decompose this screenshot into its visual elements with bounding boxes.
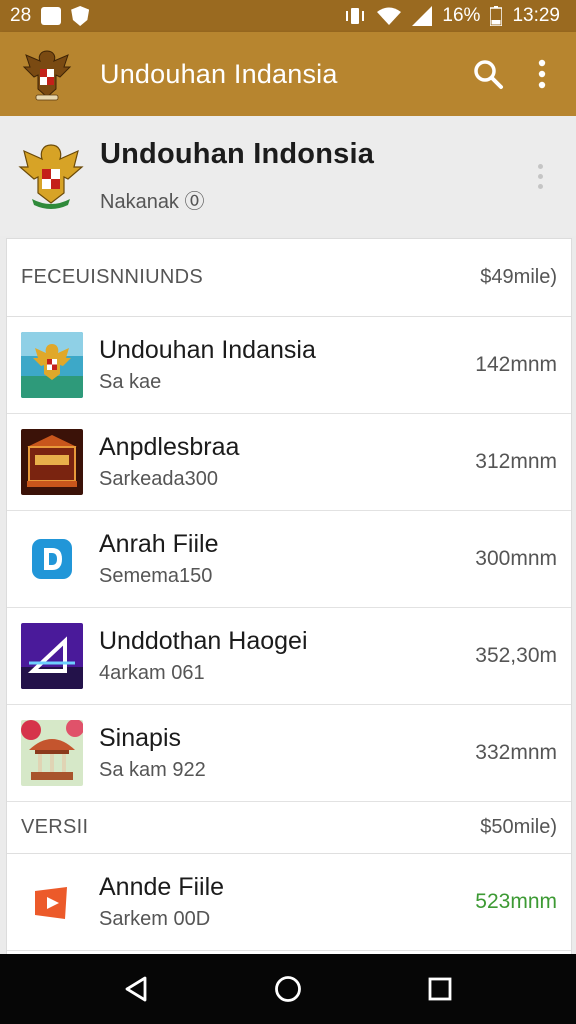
list-item-subtitle: Sa kae [99,371,162,393]
header-text: Undouhan Indonsia Nakanak ⓪ [100,138,528,214]
section-label: FECEUISNNIUNDS [21,266,203,288]
navigation-bar [0,954,576,1024]
back-icon[interactable] [111,964,161,1014]
list-item-text: Anpdlesbraa Sarkeada300 [99,433,475,491]
list-item-size: 523mnm [475,890,557,913]
vibrate-icon [344,6,366,26]
recents-icon[interactable] [415,964,465,1014]
temple-sign-icon [21,429,83,495]
image-icon [41,7,62,25]
list-item[interactable]: Unddothan Haogei 4arkam 061 352,30m [7,608,571,705]
list-item-text: Sinapis Sa kam 922 [99,724,475,782]
section-value: $50mile) [480,816,557,838]
list-item[interactable]: Anrah Fiile Semema150 300mnm [7,511,571,608]
status-left-text: 28 [10,5,32,26]
list-item[interactable]: Sinapis Sa kam 922 332mnm [7,705,571,802]
list-item[interactable]: Undouhan Indansia Sa kae 142mnm [7,317,571,414]
download-list: FECEUISNNIUNDS $49mile) Undouhan Indansi… [6,238,572,954]
list-item[interactable]: Anpdlesbraa Sarkeada300 312mnm [7,414,571,511]
list-item[interactable]: Annde Fiile Sarkem 00D 523mnm [7,854,571,951]
list-item-text: Undouhan Indansia Sa kae [99,336,475,394]
list-item-size: 352,30m [475,644,557,667]
list-item-size: 142mnm [475,353,557,376]
gazebo-icon [21,720,83,786]
status-left: 28 [10,5,90,27]
purple-triangle-icon [21,623,83,689]
clock: 13:29 [512,5,560,26]
wifi-icon [376,6,402,26]
list-item-size: 332mnm [475,741,557,764]
list-item-subtitle: Sarkem 00D [99,908,211,930]
battery-percent: 16% [442,5,481,26]
orange-play-icon [21,869,83,935]
list-item-title: Annde Fiile [99,873,225,901]
status-bar: 28 16% 13:29 [0,0,576,32]
app-bar: Undouhan Indansia [0,32,576,116]
list-item-text: Anrah Fiile Semema150 [99,530,475,588]
list-item-size: 312mnm [475,450,557,473]
list-item-title: Anpdlesbraa [99,433,240,461]
list-item-subtitle: Sarkeada300 [99,468,218,490]
header-subtitle: Nakanak ⓪ [100,191,205,213]
list-item-text: Annde Fiile Sarkem 00D [99,873,475,931]
signal-icon [412,6,433,26]
section-header: FECEUISNNIUNDS $49mile) [7,239,571,317]
letter-d-icon [21,526,83,592]
app-header: Undouhan Indonsia Nakanak ⓪ [0,116,576,236]
list-item-size: 300mnm [475,547,557,570]
section-value: $49mile) [480,266,557,288]
garuda-emblem-icon [20,45,74,103]
more-vert-icon[interactable] [522,54,562,94]
more-vert-icon[interactable] [528,156,552,196]
section-label: VERSII [21,816,89,838]
list-item-title: Undouhan Indansia [99,336,316,364]
home-icon[interactable] [263,964,313,1014]
list-item-text: Unddothan Haogei 4arkam 061 [99,627,475,685]
list-item-title: Anrah Fiile [99,530,219,558]
battery-icon [490,6,503,26]
section-header: VERSII $50mile) [7,802,571,854]
status-right: 16% 13:29 [344,5,560,27]
list-item-subtitle: Sa kam 922 [99,759,206,781]
list-item-title: Unddothan Haogei [99,627,308,655]
garuda-emblem-icon [18,141,84,211]
shield-icon [71,6,90,26]
list-item-subtitle: Semema150 [99,565,213,587]
list-item-subtitle: 4arkam 061 [99,662,205,684]
search-icon[interactable] [468,54,508,94]
landscape-emblem-icon [21,332,83,398]
app-title: Undouhan Indansia [100,58,338,89]
header-title: Undouhan Indonsia [100,138,375,170]
list-item-title: Sinapis [99,724,181,752]
